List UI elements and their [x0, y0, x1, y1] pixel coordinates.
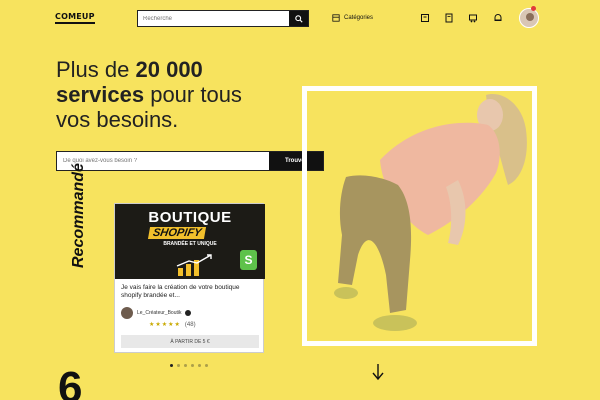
review-count: (48)	[184, 322, 196, 328]
rating-stars: ★★★★★ (48)	[149, 321, 196, 328]
card-image-tagline: BRANDÉE ET UNIQUE	[163, 241, 217, 247]
carousel-dot[interactable]	[205, 363, 208, 367]
header: COMEUP Catégories	[0, 0, 600, 36]
header-search	[137, 10, 309, 27]
section-teaser-number: 6	[58, 363, 83, 400]
shopify-logo-icon: S	[240, 250, 257, 270]
verified-icon	[185, 310, 192, 316]
card-image-subtitle: SHOPIFY	[147, 227, 207, 239]
seller-info[interactable]: Le_Créateur_Boutik	[121, 306, 259, 320]
carousel-dots	[170, 362, 220, 368]
categories-menu[interactable]: Catégories	[332, 14, 373, 22]
hero-title-rest: pour tous	[144, 82, 242, 107]
card-image-title: BOUTIQUE	[148, 209, 232, 226]
document-icon[interactable]	[444, 13, 454, 23]
carousel-dot[interactable]	[170, 363, 173, 367]
hero-title-prefix: Plus de	[56, 57, 136, 82]
arrow-down-icon[interactable]	[371, 363, 385, 381]
hero-search: Trouver	[56, 151, 324, 171]
categories-label: Catégories	[344, 15, 374, 21]
service-card-description[interactable]: Je vais faire la création de votre bouti…	[121, 284, 259, 300]
service-card[interactable]: BOUTIQUE SHOPIFY BRANDÉE ET UNIQUE S Je …	[114, 203, 265, 353]
carousel-dot[interactable]	[184, 363, 187, 367]
seller-avatar	[121, 307, 133, 319]
carousel-dot[interactable]	[191, 363, 194, 367]
growth-chart-icon	[176, 254, 212, 276]
header-search-button[interactable]	[289, 11, 308, 26]
hero-title: Plus de 20 000 services pour tous vos be…	[56, 57, 306, 132]
carousel-dot[interactable]	[198, 363, 201, 367]
carousel-dot[interactable]	[177, 363, 180, 367]
cart-icon[interactable]	[468, 13, 478, 23]
hero-search-input[interactable]	[57, 152, 269, 170]
notification-badge	[531, 6, 536, 11]
seller-name: Le_Créateur_Boutik	[137, 310, 182, 316]
recommended-label: Recommandé	[70, 163, 87, 268]
user-avatar[interactable]	[519, 8, 539, 28]
header-search-input[interactable]	[138, 11, 290, 26]
price-label: À PARTIR DE 5 €	[121, 335, 259, 348]
grid-icon	[332, 14, 340, 22]
hero-frame	[302, 86, 537, 346]
bell-icon[interactable]	[493, 13, 503, 23]
stars-icon: ★★★★★	[149, 322, 181, 328]
heart-icon[interactable]	[420, 13, 430, 23]
service-card-image[interactable]: BOUTIQUE SHOPIFY BRANDÉE ET UNIQUE S	[115, 204, 265, 279]
search-icon	[294, 14, 303, 23]
logo[interactable]: COMEUP	[55, 12, 95, 24]
hero-title-number: 20 000	[135, 57, 203, 82]
